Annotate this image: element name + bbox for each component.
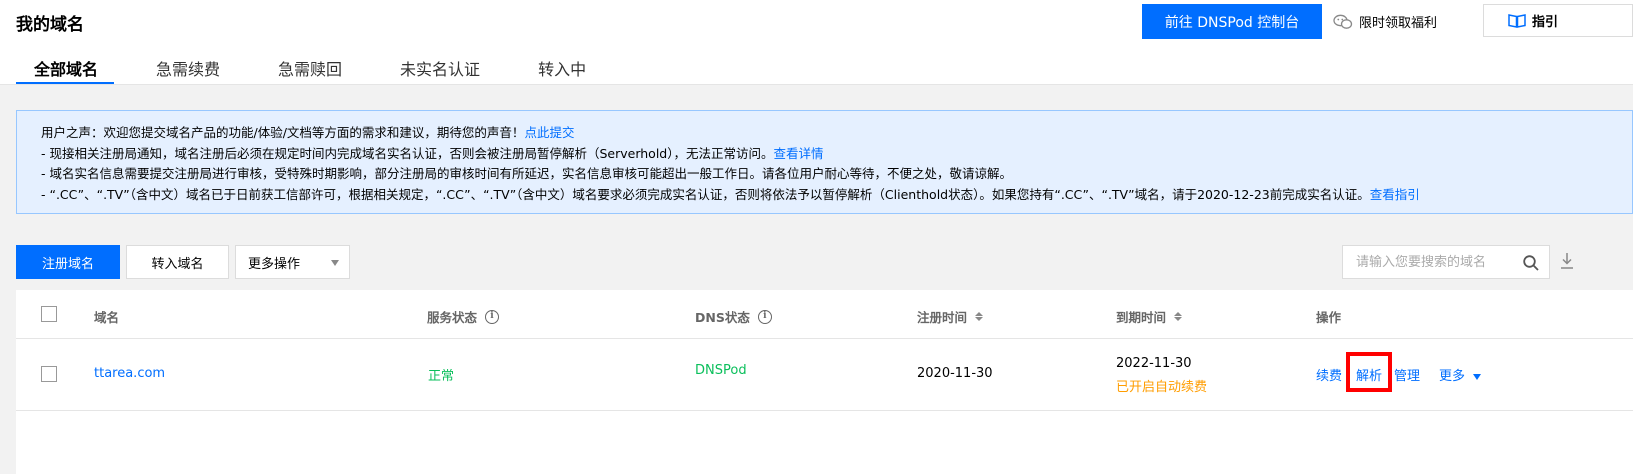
info-icon[interactable]: i bbox=[485, 309, 500, 324]
guide-label: 指引 bbox=[1532, 15, 1559, 30]
tab-all-domains[interactable]: 全部域名 bbox=[15, 56, 115, 84]
more-actions-dropdown[interactable]: 更多操作 bbox=[235, 245, 350, 279]
auto-renew-status: 已开启自动续费 bbox=[1116, 380, 1208, 395]
col-service-status: 服务状态 i bbox=[427, 307, 500, 326]
search-input[interactable] bbox=[1354, 246, 1528, 278]
sort-icon[interactable] bbox=[975, 312, 984, 321]
search-icon[interactable] bbox=[1523, 255, 1539, 271]
caret-down-icon bbox=[331, 260, 339, 266]
notice-text: - “.CC”、“.TV”（含中文）域名已于日前获工信部许可，根据相关规定，“.… bbox=[41, 186, 1370, 202]
dnspod-console-button[interactable]: 前往 DNSPod 控制台 bbox=[1142, 4, 1322, 39]
select-all-checkbox[interactable] bbox=[41, 306, 57, 322]
notice-text: - 现接相关注册局通知，域名注册后必须在规定时间内完成域名实名认证，否则会被注册… bbox=[41, 145, 774, 161]
welfare-label: 限时领取福利 bbox=[1359, 16, 1438, 31]
notice-line: 用户之声：欢迎您提交域名产品的功能/体验/文档等方面的需求和建议，期待您的声音！… bbox=[41, 123, 1632, 144]
renew-link[interactable]: 续费 bbox=[1316, 365, 1342, 384]
feedback-link[interactable]: 点此提交 bbox=[524, 125, 574, 140]
tab-urgent-renew[interactable]: 急需续费 bbox=[156, 56, 220, 84]
notice-line: - 域名实名信息需要提交注册局进行审核，受特殊时期影响，部分注册局的审核时间有所… bbox=[41, 164, 1632, 185]
col-actions-label: 操作 bbox=[1316, 310, 1342, 325]
tab-unverified[interactable]: 未实名认证 bbox=[400, 56, 480, 84]
col-register-time-label: 注册时间 bbox=[917, 310, 968, 325]
page-title: 我的域名 bbox=[16, 15, 84, 35]
col-expire-time-label: 到期时间 bbox=[1116, 310, 1167, 325]
table-header: 域名 服务状态 i DNS状态 i 注册时间 到期时间 操作 bbox=[16, 290, 1633, 339]
info-icon[interactable]: i bbox=[757, 309, 772, 324]
caret-down-icon bbox=[1473, 373, 1482, 380]
guide-button[interactable]: 指引 bbox=[1483, 4, 1633, 37]
domain-name-link[interactable]: ttarea.com bbox=[94, 366, 165, 381]
domain-tabs: 全部域名 急需续费 急需赎回 未实名认证 转入中 bbox=[15, 56, 586, 84]
expire-time-value: 2022-11-30 bbox=[1116, 356, 1192, 371]
more-actions-link[interactable]: 更多 bbox=[1439, 365, 1482, 384]
service-status-value: 正常 bbox=[428, 369, 455, 384]
sort-icon[interactable] bbox=[1174, 312, 1183, 321]
col-expire-time[interactable]: 到期时间 bbox=[1116, 307, 1183, 326]
more-actions-label: 更多操作 bbox=[248, 256, 301, 272]
manage-link[interactable]: 管理 bbox=[1394, 365, 1420, 384]
highlight-box bbox=[1346, 352, 1392, 392]
tab-urgent-redeem[interactable]: 急需赎回 bbox=[278, 56, 342, 84]
dns-status-value: DNSPod bbox=[695, 363, 747, 378]
notice-text: - 域名实名信息需要提交注册局进行审核，受特殊时期影响，部分注册局的审核时间有所… bbox=[41, 166, 1012, 181]
transfer-domain-button[interactable]: 转入域名 bbox=[126, 245, 229, 279]
col-service-status-label: 服务状态 bbox=[427, 310, 478, 325]
register-time-value: 2020-11-30 bbox=[917, 366, 993, 381]
view-guide-link[interactable]: 查看指引 bbox=[1370, 187, 1420, 202]
register-domain-button[interactable]: 注册域名 bbox=[16, 245, 120, 279]
notice-line: - “.CC”、“.TV”（含中文）域名已于日前获工信部许可，根据相关规定，“.… bbox=[41, 185, 1632, 206]
col-actions: 操作 bbox=[1316, 307, 1341, 326]
notice-text: 用户之声：欢迎您提交域名产品的功能/体验/文档等方面的需求和建议，期待您的声音！ bbox=[41, 125, 525, 140]
search-box bbox=[1342, 245, 1550, 279]
col-dns-status-label: DNS状态 bbox=[695, 310, 750, 325]
view-details-link[interactable]: 查看详情 bbox=[774, 146, 824, 161]
wechat-icon bbox=[1333, 14, 1353, 29]
tab-transferring[interactable]: 转入中 bbox=[538, 56, 586, 84]
download-icon[interactable] bbox=[1560, 252, 1574, 270]
welfare-link[interactable]: 限时领取福利 bbox=[1333, 12, 1437, 31]
row-checkbox[interactable] bbox=[41, 366, 57, 382]
col-domain-label: 域名 bbox=[94, 310, 120, 325]
col-domain: 域名 bbox=[94, 307, 119, 326]
book-icon bbox=[1508, 14, 1526, 28]
col-register-time[interactable]: 注册时间 bbox=[917, 307, 984, 326]
more-label: 更多 bbox=[1439, 369, 1466, 384]
top-bar: 我的域名 前往 DNSPod 控制台 限时领取福利 指引 全部域名 急需续费 急… bbox=[0, 0, 1633, 85]
notice-line: - 现接相关注册局通知，域名注册后必须在规定时间内完成域名实名认证，否则会被注册… bbox=[41, 144, 1632, 165]
col-dns-status: DNS状态 i bbox=[695, 307, 772, 326]
notice-banner: 用户之声：欢迎您提交域名产品的功能/体验/文档等方面的需求和建议，期待您的声音！… bbox=[16, 110, 1633, 214]
